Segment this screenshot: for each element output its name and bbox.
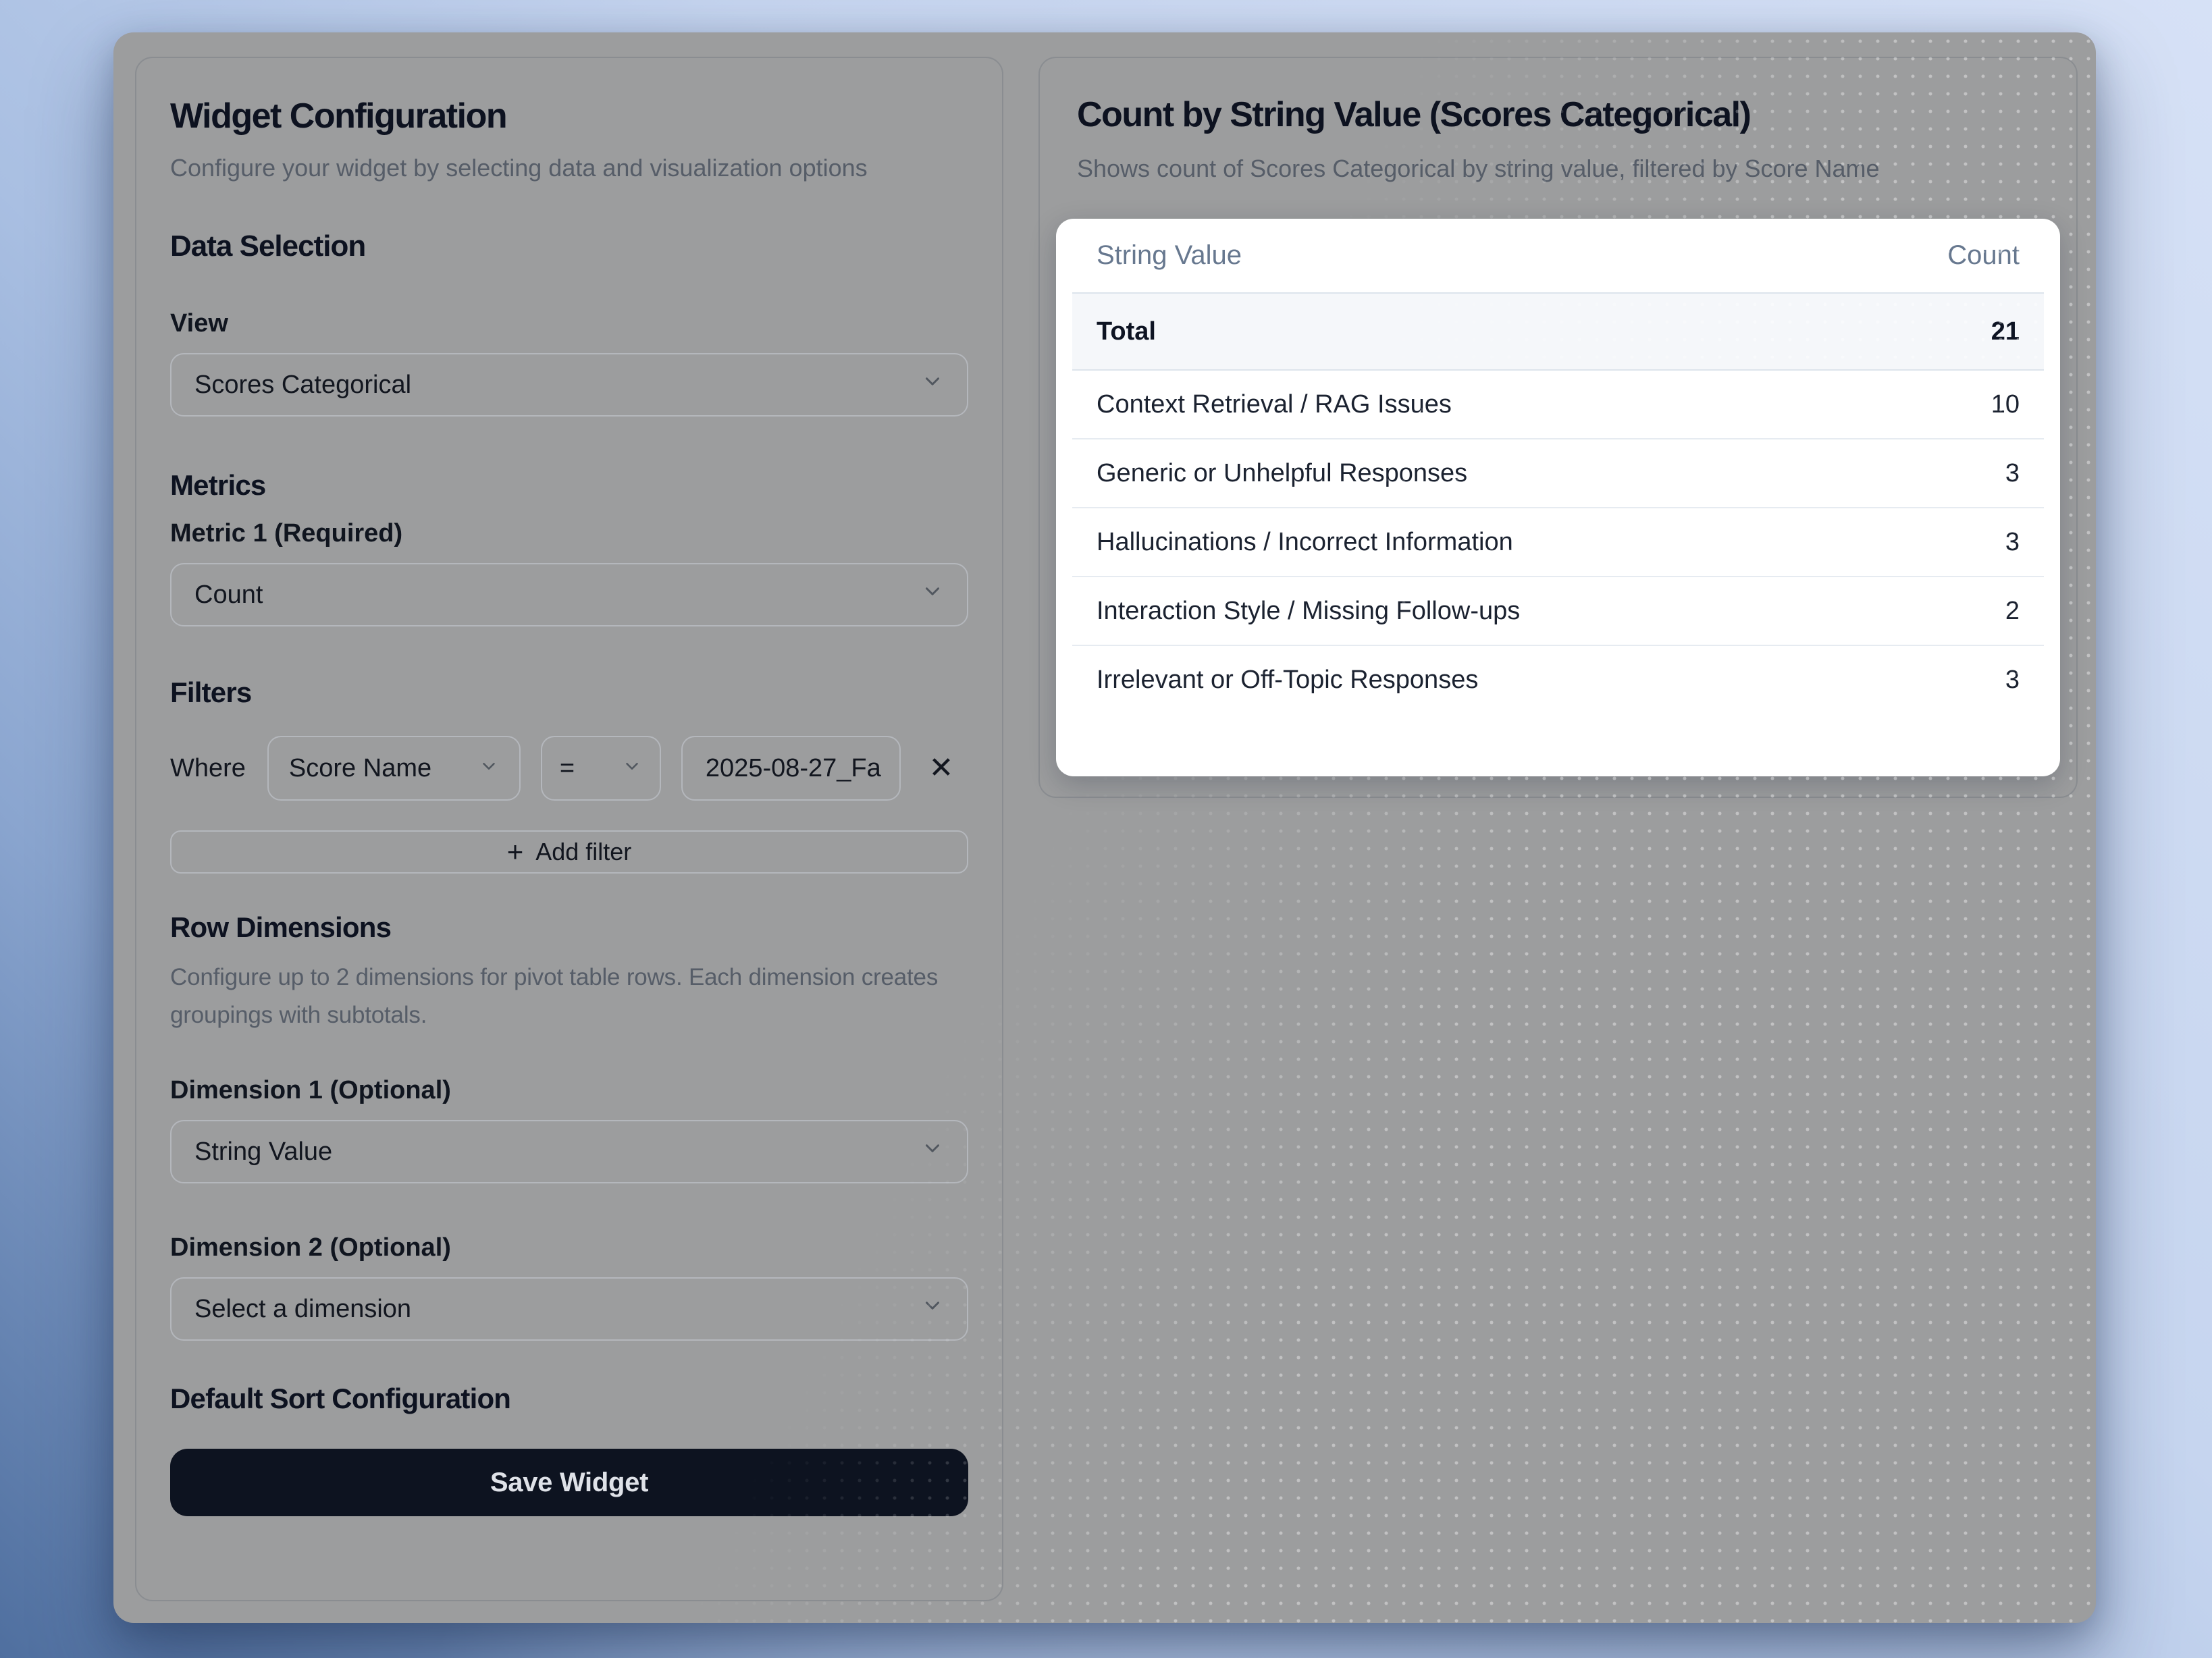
table-row: Generic or Unhelpful Responses 3 <box>1072 438 2044 507</box>
page-title: Widget Configuration <box>170 95 968 138</box>
table-row: Hallucinations / Incorrect Information 3 <box>1072 507 2044 576</box>
filters-heading: Filters <box>170 676 968 709</box>
row-count: 3 <box>2005 459 2020 488</box>
row-count: 2 <box>2005 597 2020 626</box>
chevron-down-icon <box>921 370 944 400</box>
chevron-down-icon <box>921 580 944 610</box>
metric1-select-value: Count <box>194 581 263 610</box>
sort-configuration-heading: Default Sort Configuration <box>170 1383 968 1415</box>
page-subtitle: Configure your widget by selecting data … <box>170 149 886 188</box>
metric1-label: Metric 1 (Required) <box>170 519 968 548</box>
widget-configuration-panel: Widget Configuration Configure your widg… <box>135 57 1003 1601</box>
add-filter-button[interactable]: + Add filter <box>170 830 968 874</box>
dimension1-select-value: String Value <box>194 1138 332 1167</box>
view-label: View <box>170 309 968 338</box>
dimension2-label: Dimension 2 (Optional) <box>170 1233 968 1262</box>
filter-value-text: 2025-08-27_Fa <box>706 754 881 783</box>
row-count: 3 <box>2005 528 2020 557</box>
plus-icon: + <box>507 838 524 866</box>
dimension1-select[interactable]: String Value <box>170 1120 968 1183</box>
remove-filter-button[interactable]: ✕ <box>921 748 962 788</box>
table-total-row: Total 21 <box>1072 292 2044 369</box>
column-header-count: Count <box>1947 240 2020 271</box>
chevron-down-icon <box>622 754 642 783</box>
table-row: Irrelevant or Off-Topic Responses 3 <box>1072 645 2044 714</box>
metric1-select[interactable]: Count <box>170 563 968 626</box>
filter-row: Where Score Name = 2025-08-27_Fa ✕ <box>170 736 968 801</box>
filter-operator-value: = <box>560 754 575 783</box>
filter-column-select[interactable]: Score Name <box>267 736 521 801</box>
dimension2-select[interactable]: Select a dimension <box>170 1277 968 1341</box>
view-select[interactable]: Scores Categorical <box>170 353 968 417</box>
chevron-down-icon <box>479 754 499 783</box>
dimension1-label: Dimension 1 (Optional) <box>170 1076 968 1105</box>
pivot-table-card: String Value Count Total 21 Context Retr… <box>1056 219 2060 776</box>
metrics-heading: Metrics <box>170 469 968 502</box>
row-dimensions-heading: Row Dimensions <box>170 911 968 944</box>
where-label: Where <box>170 754 246 783</box>
widget-configuration-dialog: Widget Configuration Configure your widg… <box>113 32 2096 1623</box>
chevron-down-icon <box>921 1137 944 1167</box>
chevron-down-icon <box>921 1294 944 1324</box>
table-row: Context Retrieval / RAG Issues 10 <box>1072 369 2044 438</box>
row-label: Hallucinations / Incorrect Information <box>1097 528 1513 557</box>
close-icon: ✕ <box>928 751 953 784</box>
data-selection-heading: Data Selection <box>170 230 968 263</box>
view-select-value: Scores Categorical <box>194 371 411 400</box>
preview-title: Count by String Value (Scores Categorica… <box>1077 93 2039 136</box>
table-row: Interaction Style / Missing Follow-ups 2 <box>1072 576 2044 645</box>
table-header-row: String Value Count <box>1072 219 2044 292</box>
total-label: Total <box>1097 317 1156 346</box>
save-widget-button[interactable]: Save Widget <box>170 1449 968 1516</box>
row-label: Generic or Unhelpful Responses <box>1097 459 1467 488</box>
widget-preview-panel: Count by String Value (Scores Categorica… <box>1038 57 2078 798</box>
column-header-string-value: String Value <box>1097 240 1242 271</box>
filter-column-value: Score Name <box>289 754 431 783</box>
row-count: 10 <box>1991 390 2020 419</box>
row-label: Context Retrieval / RAG Issues <box>1097 390 1452 419</box>
row-label: Irrelevant or Off-Topic Responses <box>1097 666 1478 695</box>
row-count: 3 <box>2005 666 2020 695</box>
dimension2-select-value: Select a dimension <box>194 1295 411 1324</box>
preview-subtitle: Shows count of Scores Categorical by str… <box>1077 150 2039 188</box>
add-filter-label: Add filter <box>535 838 631 866</box>
filter-value-input[interactable]: 2025-08-27_Fa <box>681 736 901 801</box>
row-label: Interaction Style / Missing Follow-ups <box>1097 597 1520 626</box>
total-count: 21 <box>1991 317 2020 346</box>
row-dimensions-description: Configure up to 2 dimensions for pivot t… <box>170 959 967 1034</box>
filter-operator-select[interactable]: = <box>541 736 661 801</box>
